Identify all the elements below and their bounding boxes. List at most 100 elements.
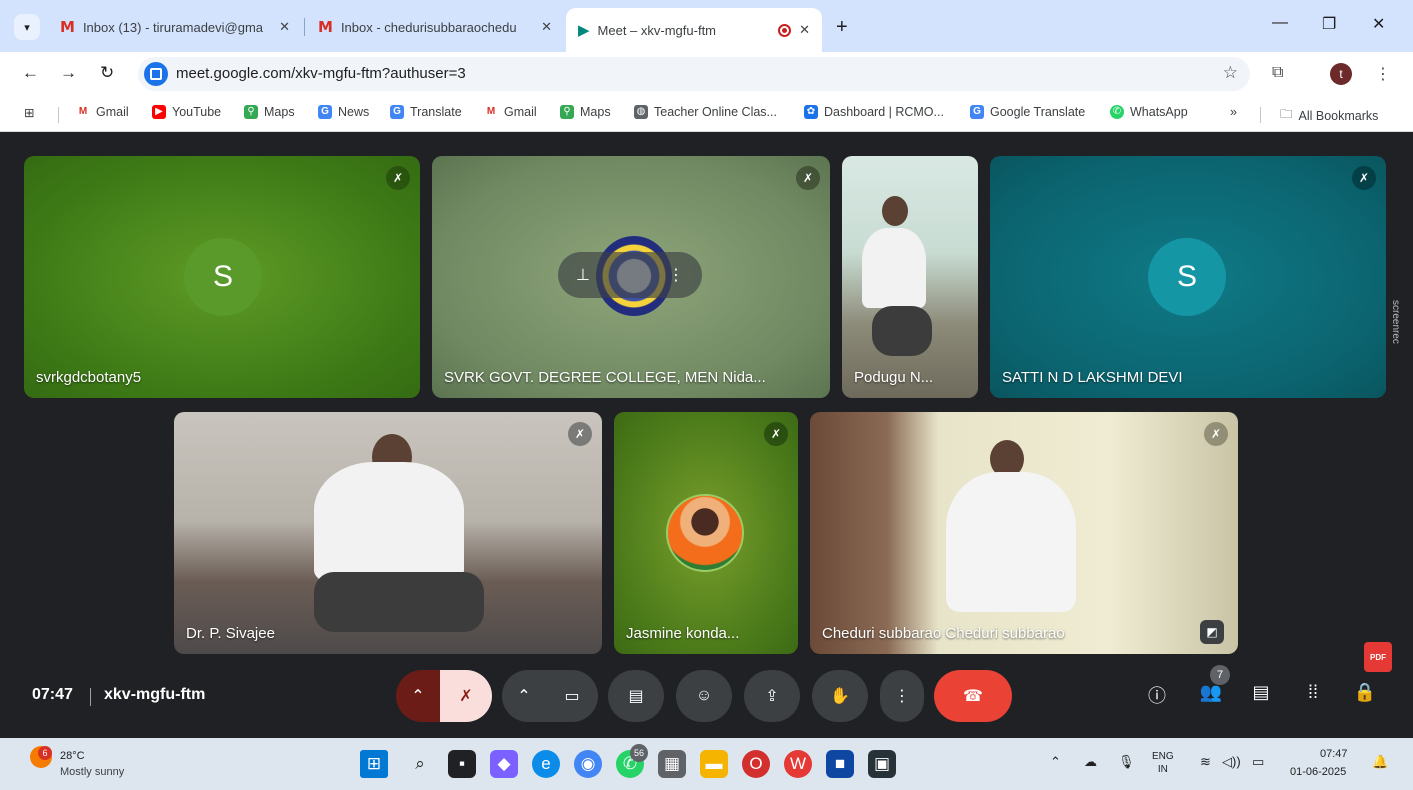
- battery-icon[interactable]: ▭: [1252, 754, 1264, 770]
- leave-call-button[interactable]: ☎: [934, 670, 1012, 722]
- participant-tile-svrk-college[interactable]: ⊥ ⋮ ✗ SVRK GOVT. DEGREE COLLEGE, MEN Nid…: [432, 156, 830, 398]
- participant-tile-svrkgdcbotany5[interactable]: S ✗ svrkgdcbotany5: [24, 156, 420, 398]
- more-options-icon[interactable]: ⋮: [668, 265, 684, 285]
- participant-tile-podugu[interactable]: Podugu N...: [842, 156, 978, 398]
- all-bookmarks-button[interactable]: 🗀 All Bookmarks: [1280, 105, 1378, 126]
- file-explorer-icon[interactable]: ▬: [700, 750, 728, 778]
- audio-options-chevron-icon[interactable]: ⌃: [396, 670, 440, 722]
- restore-icon[interactable]: ❐: [1322, 14, 1336, 34]
- onedrive-icon[interactable]: ☁: [1084, 754, 1097, 770]
- tab-gmail-inbox-1[interactable]: M Inbox (13) - tiruramadevi@gma ✕: [48, 8, 302, 46]
- new-tab-icon[interactable]: +: [836, 16, 848, 39]
- clock-date[interactable]: 01-06-2025: [1290, 766, 1346, 778]
- tab-label: Meet – xkv-mgfu-ftm: [597, 22, 717, 38]
- raise-hand-button[interactable]: ✋: [812, 670, 868, 722]
- tile-hover-controls[interactable]: ⊥ ⋮: [558, 252, 702, 298]
- close-tab-icon[interactable]: ✕: [279, 19, 290, 35]
- meeting-details-icon[interactable]: ⓘ: [1142, 682, 1172, 708]
- close-tab-icon[interactable]: ✕: [541, 19, 552, 35]
- weather-description[interactable]: Mostly sunny: [60, 766, 124, 778]
- pin-icon[interactable]: ⊥: [576, 265, 590, 285]
- chrome-menu-icon[interactable]: ⋮: [1375, 64, 1391, 84]
- bookmark-maps[interactable]: ⚲ Maps: [244, 105, 295, 119]
- wifi-icon[interactable]: ≋: [1200, 754, 1211, 770]
- camera-button[interactable]: ▭: [546, 670, 598, 722]
- store-icon[interactable]: ■: [826, 750, 854, 778]
- reactions-button[interactable]: ☺: [676, 670, 732, 722]
- clock-time[interactable]: 07:47: [1320, 748, 1348, 760]
- bookmark-dashboard[interactable]: ✿ Dashboard | RCMO...: [804, 105, 944, 119]
- bookmark-youtube[interactable]: ▶ YouTube: [152, 105, 221, 119]
- participant-video: [872, 306, 932, 356]
- pdf-icon[interactable]: PDF: [1364, 642, 1392, 672]
- language-indicator[interactable]: ENG IN: [1152, 750, 1174, 776]
- tab-gmail-inbox-2[interactable]: M Inbox - chedurisubbaraochedu ✕: [306, 8, 564, 46]
- present-screen-button[interactable]: ⇪: [744, 670, 800, 722]
- bookmark-label: Maps: [264, 105, 295, 119]
- people-icon[interactable]: 👥: [1196, 682, 1226, 703]
- pip-icon[interactable]: ◩: [1200, 620, 1224, 644]
- maps-icon: ⚲: [244, 105, 258, 119]
- site-info-icon[interactable]: [144, 62, 168, 86]
- weather-temperature[interactable]: 28°C: [60, 750, 85, 762]
- bookmark-label: Teacher Online Clas...: [654, 105, 777, 119]
- participant-tile-cheduri[interactable]: ✗ ◩ Cheduri subbarao Cheduri subbarao: [810, 412, 1238, 654]
- microphone-icon[interactable]: 🎙: [1118, 754, 1135, 770]
- bookmark-gmail-2[interactable]: M Gmail: [484, 105, 537, 119]
- tab-divider: [304, 18, 305, 36]
- participant-tile-satti[interactable]: S ✗ SATTI N D LAKSHMI DEVI: [990, 156, 1386, 398]
- bookmark-google-translate[interactable]: G Google Translate: [970, 105, 1085, 119]
- forward-icon[interactable]: →: [60, 63, 77, 83]
- host-controls-icon[interactable]: 🔒: [1350, 682, 1380, 703]
- chat-icon[interactable]: ▤: [1246, 682, 1276, 703]
- url-text[interactable]: meet.google.com/xkv-mgfu-ftm?authuser=3: [176, 65, 466, 82]
- microphone-off-button[interactable]: ✗: [440, 670, 492, 722]
- translate-icon: G: [970, 105, 984, 119]
- news-icon: G: [318, 105, 332, 119]
- search-icon[interactable]: ⌕: [406, 750, 434, 778]
- globe-icon: ◍: [634, 105, 648, 119]
- show-hidden-icons-icon[interactable]: ⌃: [1050, 754, 1061, 770]
- volume-icon[interactable]: ◁)): [1222, 754, 1241, 770]
- close-tab-icon[interactable]: ✕: [799, 22, 810, 38]
- more-options-button[interactable]: ⋮: [880, 670, 924, 722]
- bookmark-divider: [58, 107, 59, 123]
- wps-icon[interactable]: W: [784, 750, 812, 778]
- windows-taskbar: 6 28°C Mostly sunny ⊞ ⌕ ▪ ◆ e ◉ ✆ 56 ▦ ▬…: [0, 738, 1413, 790]
- edge-icon[interactable]: e: [532, 750, 560, 778]
- copilot-icon[interactable]: ◆: [490, 750, 518, 778]
- bookmark-translate[interactable]: G Translate: [390, 105, 462, 119]
- close-window-icon[interactable]: ✕: [1372, 14, 1385, 34]
- bookmark-whatsapp[interactable]: ✆ WhatsApp: [1110, 105, 1188, 119]
- chrome-icon[interactable]: ◉: [574, 750, 602, 778]
- minimize-icon[interactable]: —: [1272, 14, 1288, 32]
- captions-button[interactable]: ▤: [608, 670, 664, 722]
- task-view-icon[interactable]: ▪: [448, 750, 476, 778]
- activities-icon[interactable]: ⁞⁞: [1298, 682, 1328, 703]
- more-bookmarks-chevron-icon[interactable]: »: [1230, 105, 1237, 119]
- reload-icon[interactable]: ↻: [100, 63, 114, 83]
- profile-avatar[interactable]: t: [1330, 63, 1352, 85]
- tab-meet[interactable]: ▶ Meet – xkv-mgfu-ftm ✕: [566, 8, 822, 52]
- bookmark-news[interactable]: G News: [318, 105, 369, 119]
- extensions-icon[interactable]: ⧉: [1272, 64, 1283, 82]
- bookmark-maps-2[interactable]: ⚲ Maps: [560, 105, 611, 119]
- bookmark-divider: [1260, 107, 1261, 123]
- tab-search-chevron-icon[interactable]: ▾: [14, 14, 40, 40]
- video-options-chevron-icon[interactable]: ⌃: [502, 670, 546, 722]
- participant-name: Podugu N...: [854, 369, 934, 386]
- apps-grid-icon[interactable]: ⊞: [24, 105, 34, 120]
- back-icon[interactable]: ←: [22, 63, 39, 83]
- calculator-icon[interactable]: ▦: [658, 750, 686, 778]
- address-bar[interactable]: meet.google.com/xkv-mgfu-ftm?authuser=3 …: [138, 57, 1250, 91]
- app-icon[interactable]: ▣: [868, 750, 896, 778]
- bookmark-teacher-online[interactable]: ◍ Teacher Online Clas...: [634, 105, 777, 119]
- bookmark-star-icon[interactable]: ☆: [1223, 63, 1238, 83]
- bookmark-gmail[interactable]: M Gmail: [76, 105, 129, 119]
- tab-label: Inbox - chedurisubbaraochedu: [340, 19, 517, 35]
- participant-tile-sivajee[interactable]: ✗ Dr. P. Sivajee: [174, 412, 602, 654]
- notifications-icon[interactable]: 🔔: [1372, 754, 1388, 770]
- start-icon[interactable]: ⊞: [360, 750, 388, 778]
- opera-icon[interactable]: O: [742, 750, 770, 778]
- participant-tile-jasmine[interactable]: ✗ Jasmine konda...: [614, 412, 798, 654]
